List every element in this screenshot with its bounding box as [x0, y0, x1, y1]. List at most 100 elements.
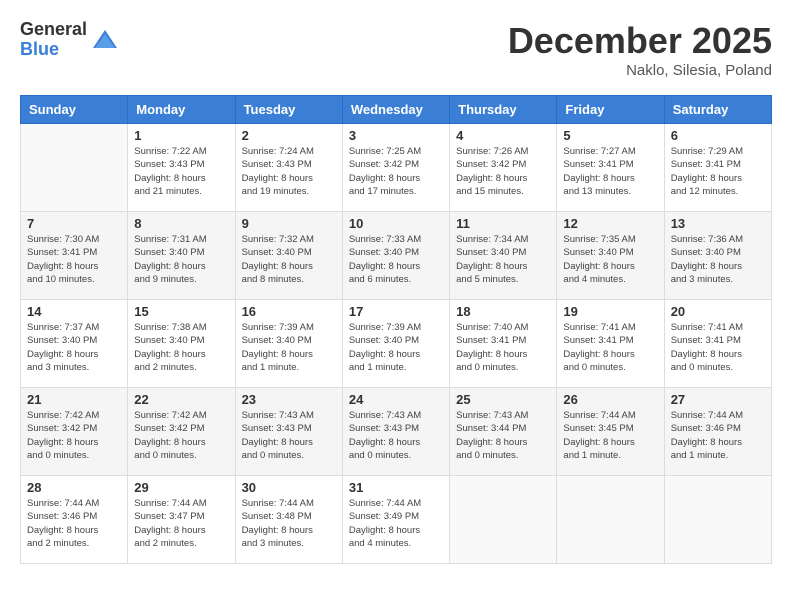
weekday-header-friday: Friday [557, 96, 664, 124]
day-number: 12 [563, 216, 657, 231]
day-number: 30 [242, 480, 336, 495]
day-number: 21 [27, 392, 121, 407]
calendar-cell: 6Sunrise: 7:29 AMSunset: 3:41 PMDaylight… [664, 124, 771, 212]
day-info: Sunrise: 7:44 AMSunset: 3:46 PMDaylight:… [27, 497, 121, 550]
day-number: 7 [27, 216, 121, 231]
day-number: 2 [242, 128, 336, 143]
calendar-cell: 29Sunrise: 7:44 AMSunset: 3:47 PMDayligh… [128, 476, 235, 564]
calendar-cell: 28 Sunrise: 7:44 AMSunset: 3:46 PMDayligh… [21, 476, 128, 564]
calendar-cell [21, 124, 128, 212]
calendar-cell: 5 Sunrise: 7:27 AMSunset: 3:41 PMDaylight… [557, 124, 664, 212]
day-info: Sunrise: 7:43 AMSunset: 3:44 PMDaylight:… [456, 409, 550, 462]
day-number: 1 [134, 128, 228, 143]
day-number: 11 [456, 216, 550, 231]
calendar-cell: 3 Sunrise: 7:25 AMSunset: 3:42 PMDaylight… [342, 124, 449, 212]
day-number: 9 [242, 216, 336, 231]
day-info: Sunrise: 7:44 AMSunset: 3:47 PMDaylight:… [134, 497, 228, 550]
calendar-week-row: 21 Sunrise: 7:42 AMSunset: 3:42 PMDayligh… [21, 388, 772, 476]
calendar-cell [557, 476, 664, 564]
calendar-cell: 11 Sunrise: 7:34 AMSunset: 3:40 PMDayligh… [450, 212, 557, 300]
calendar-cell: 24 Sunrise: 7:43 AMSunset: 3:43 PMDayligh… [342, 388, 449, 476]
logo-icon [91, 26, 119, 54]
day-info: Sunrise: 7:37 AMSunset: 3:40 PMDaylight:… [27, 321, 121, 374]
day-info: Sunrise: 7:34 AMSunset: 3:40 PMDaylight:… [456, 233, 550, 286]
calendar-cell: 15 Sunrise: 7:38 AMSunset: 3:40 PMDayligh… [128, 300, 235, 388]
calendar-cell: 30Sunrise: 7:44 AMSunset: 3:48 PMDayligh… [235, 476, 342, 564]
day-info: Sunrise: 7:30 AMSunset: 3:41 PMDaylight:… [27, 233, 121, 286]
day-info: Sunrise: 7:42 AMSunset: 3:42 PMDaylight:… [134, 409, 228, 462]
day-number: 8 [134, 216, 228, 231]
day-info: Sunrise: 7:44 AMSunset: 3:49 PMDaylight:… [349, 497, 443, 550]
day-info: Sunrise: 7:41 AMSunset: 3:41 PMDaylight:… [671, 321, 765, 374]
weekday-header-wednesday: Wednesday [342, 96, 449, 124]
calendar-cell: 10Sunrise: 7:33 AMSunset: 3:40 PMDayligh… [342, 212, 449, 300]
month-title: December 2025 [508, 20, 772, 62]
day-number: 20 [671, 304, 765, 319]
day-info: Sunrise: 7:35 AMSunset: 3:40 PMDaylight:… [563, 233, 657, 286]
day-number: 24 [349, 392, 443, 407]
page-header: General Blue December 2025 Naklo, Silesi… [20, 20, 772, 79]
day-number: 25 [456, 392, 550, 407]
day-number: 31 [349, 480, 443, 495]
calendar-cell: 23 Sunrise: 7:43 AMSunset: 3:43 PMDayligh… [235, 388, 342, 476]
weekday-header-row: SundayMondayTuesdayWednesdayThursdayFrid… [21, 96, 772, 124]
day-number: 27 [671, 392, 765, 407]
logo-blue: Blue [20, 40, 87, 60]
calendar-cell: 2Sunrise: 7:24 AMSunset: 3:43 PMDaylight… [235, 124, 342, 212]
day-number: 6 [671, 128, 765, 143]
weekday-header-tuesday: Tuesday [235, 96, 342, 124]
day-number: 14 [27, 304, 121, 319]
day-number: 5 [563, 128, 657, 143]
weekday-header-saturday: Saturday [664, 96, 771, 124]
day-info: Sunrise: 7:22 AMSunset: 3:43 PMDaylight:… [134, 145, 228, 198]
day-info: Sunrise: 7:27 AMSunset: 3:41 PMDaylight:… [563, 145, 657, 198]
day-info: Sunrise: 7:44 AMSunset: 3:45 PMDaylight:… [563, 409, 657, 462]
calendar-cell: 12 Sunrise: 7:35 AMSunset: 3:40 PMDayligh… [557, 212, 664, 300]
calendar-cell [664, 476, 771, 564]
calendar-cell: 1 Sunrise: 7:22 AMSunset: 3:43 PMDaylight… [128, 124, 235, 212]
day-info: Sunrise: 7:26 AMSunset: 3:42 PMDaylight:… [456, 145, 550, 198]
day-number: 17 [349, 304, 443, 319]
day-info: Sunrise: 7:38 AMSunset: 3:40 PMDaylight:… [134, 321, 228, 374]
day-number: 19 [563, 304, 657, 319]
calendar-cell: 19Sunrise: 7:41 AMSunset: 3:41 PMDayligh… [557, 300, 664, 388]
day-number: 28 [27, 480, 121, 495]
day-number: 23 [242, 392, 336, 407]
calendar-cell: 14 Sunrise: 7:37 AMSunset: 3:40 PMDayligh… [21, 300, 128, 388]
day-info: Sunrise: 7:36 AMSunset: 3:40 PMDaylight:… [671, 233, 765, 286]
day-number: 13 [671, 216, 765, 231]
day-number: 15 [134, 304, 228, 319]
calendar-cell: 4 Sunrise: 7:26 AMSunset: 3:42 PMDaylight… [450, 124, 557, 212]
location: Naklo, Silesia, Poland [508, 62, 772, 79]
weekday-header-thursday: Thursday [450, 96, 557, 124]
day-number: 10 [349, 216, 443, 231]
calendar-week-row: 28 Sunrise: 7:44 AMSunset: 3:46 PMDayligh… [21, 476, 772, 564]
calendar-week-row: 7 Sunrise: 7:30 AMSunset: 3:41 PMDaylight… [21, 212, 772, 300]
calendar-cell: 22 Sunrise: 7:42 AMSunset: 3:42 PMDayligh… [128, 388, 235, 476]
calendar-cell: 26Sunrise: 7:44 AMSunset: 3:45 PMDayligh… [557, 388, 664, 476]
day-info: Sunrise: 7:40 AMSunset: 3:41 PMDaylight:… [456, 321, 550, 374]
day-info: Sunrise: 7:43 AMSunset: 3:43 PMDaylight:… [349, 409, 443, 462]
calendar-table: SundayMondayTuesdayWednesdayThursdayFrid… [20, 95, 772, 564]
day-info: Sunrise: 7:43 AMSunset: 3:43 PMDaylight:… [242, 409, 336, 462]
day-number: 22 [134, 392, 228, 407]
day-number: 18 [456, 304, 550, 319]
calendar-cell: 20 Sunrise: 7:41 AMSunset: 3:41 PMDayligh… [664, 300, 771, 388]
day-number: 3 [349, 128, 443, 143]
calendar-cell: 8Sunrise: 7:31 AMSunset: 3:40 PMDaylight… [128, 212, 235, 300]
calendar-cell: 7 Sunrise: 7:30 AMSunset: 3:41 PMDaylight… [21, 212, 128, 300]
calendar-week-row: 1 Sunrise: 7:22 AMSunset: 3:43 PMDaylight… [21, 124, 772, 212]
calendar-week-row: 14 Sunrise: 7:37 AMSunset: 3:40 PMDayligh… [21, 300, 772, 388]
weekday-header-monday: Monday [128, 96, 235, 124]
logo: General Blue [20, 20, 119, 60]
calendar-cell: 18 Sunrise: 7:40 AMSunset: 3:41 PMDayligh… [450, 300, 557, 388]
calendar-cell: 16 Sunrise: 7:39 AMSunset: 3:40 PMDayligh… [235, 300, 342, 388]
day-number: 4 [456, 128, 550, 143]
title-section: December 2025 Naklo, Silesia, Poland [508, 20, 772, 79]
calendar-cell: 27Sunrise: 7:44 AMSunset: 3:46 PMDayligh… [664, 388, 771, 476]
day-number: 16 [242, 304, 336, 319]
day-info: Sunrise: 7:25 AMSunset: 3:42 PMDaylight:… [349, 145, 443, 198]
day-info: Sunrise: 7:39 AMSunset: 3:40 PMDaylight:… [349, 321, 443, 374]
day-info: Sunrise: 7:39 AMSunset: 3:40 PMDaylight:… [242, 321, 336, 374]
calendar-cell: 25 Sunrise: 7:43 AMSunset: 3:44 PMDayligh… [450, 388, 557, 476]
